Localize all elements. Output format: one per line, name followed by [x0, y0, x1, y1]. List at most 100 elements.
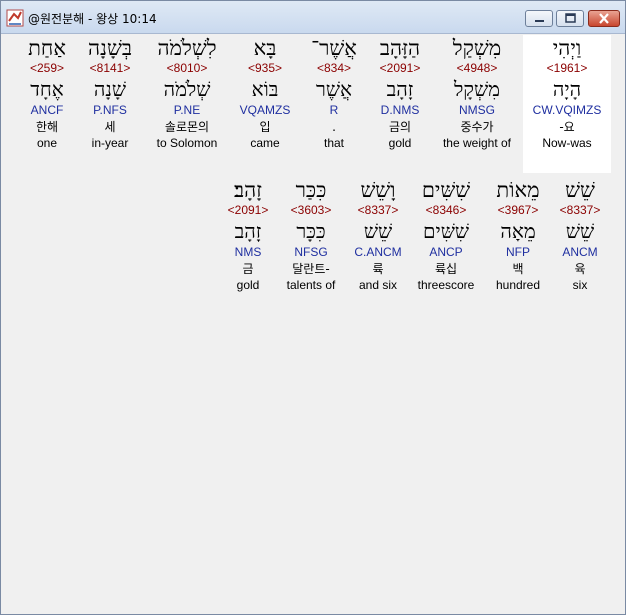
close-icon — [599, 13, 609, 24]
korean-gloss: . — [332, 120, 336, 134]
english-gloss: gold — [388, 136, 412, 150]
word-cell[interactable]: כִּכַּר <3603> כִּכָּר NFSG 달란트- talents… — [275, 177, 347, 292]
hebrew-word: וַיְהִי — [552, 36, 582, 60]
korean-gloss: 금 — [242, 262, 254, 276]
interlinear-content: אַחַת <259> אֶחָד ANCF 한해 one בְּשָׁנָה … — [9, 35, 617, 607]
lemma: שִׁשִּׁים — [422, 219, 470, 243]
word-cell[interactable]: שִׁשִּׁים <8346> שִׁשִּׁים ANCP 륙십 three… — [410, 177, 482, 292]
korean-gloss: 한해 — [35, 120, 59, 134]
lemma: הָיָה — [552, 77, 582, 101]
hebrew-word: שֵׁשׁ — [565, 178, 595, 202]
english-gloss: talents of — [286, 278, 336, 292]
english-gloss: one — [36, 136, 58, 150]
korean-gloss: 솔로몬의 — [164, 120, 210, 134]
word-cell[interactable]: זָהָב׃ <2091> זָהָב NMS 금 gold — [212, 177, 284, 292]
morphology-code: R — [329, 103, 339, 117]
hebrew-word: שִׁשִּׁים — [421, 178, 471, 202]
window-title: @원전분해 - 왕상 10:14 — [28, 12, 157, 26]
morphology-code: ANCM — [562, 245, 598, 259]
hebrew-word: אַחַת — [28, 36, 66, 60]
word-cell[interactable]: שֵׁשׁ <8337> שֵׁשׁ ANCM 육 six — [544, 177, 616, 292]
morphology-code: NMS — [234, 245, 262, 259]
strong-number[interactable]: <3603> — [275, 203, 347, 219]
morphology-code: P.NE — [173, 103, 201, 117]
lemma: שָׁנָה — [93, 77, 127, 101]
korean-gloss: 륙 — [372, 262, 384, 276]
korean-gloss: 중수가 — [460, 120, 494, 134]
word-cell-selected[interactable]: וַיְהִי <1961> הָיָה CW.VQIMZS -요 Now-wa… — [523, 35, 611, 173]
strong-number[interactable]: <259> — [11, 61, 83, 77]
strong-number[interactable]: <935> — [229, 61, 301, 77]
english-gloss: and six — [358, 278, 398, 292]
hebrew-word: אֲשֶׁר־ — [311, 36, 357, 60]
hebrew-word: לִשְׁלֹמֹה — [157, 36, 217, 60]
lemma: אֶחָד — [30, 77, 64, 101]
lemma: כִּכָּר — [296, 219, 326, 243]
hebrew-word: בְּשָׁנָה — [88, 36, 132, 60]
word-cell[interactable]: אַחַת <259> אֶחָד ANCF 한해 one — [11, 35, 83, 150]
word-cell[interactable]: הַזָּהָב <2091> זָהָב D.NMS 금의 gold — [364, 35, 436, 150]
app-window: @원전분해 - 왕상 10:14 אַחַת <259> אֶחָד ANCF … — [0, 0, 626, 615]
english-gloss: six — [572, 278, 588, 292]
korean-gloss: -요 — [559, 120, 575, 134]
korean-gloss: 달란트- — [292, 262, 330, 276]
word-cell[interactable]: מִשְׁקַל <4948> מִשְׁקָל NMSG 중수가 the we… — [435, 35, 519, 150]
hebrew-word: וָשֵׁשׁ — [360, 178, 396, 202]
lemma: שֵׁשׁ — [363, 219, 393, 243]
strong-number[interactable]: <4948> — [435, 61, 519, 77]
strong-number[interactable]: <8337> — [342, 203, 414, 219]
strong-number[interactable]: <834> — [298, 61, 370, 77]
strong-number[interactable]: <8010> — [144, 61, 230, 77]
word-cell[interactable]: בְּשָׁנָה <8141> שָׁנָה P.NFS 세 in-year — [74, 35, 146, 150]
morphology-code: ANCF — [30, 103, 64, 117]
word-cell[interactable]: לִשְׁלֹמֹה <8010> שְׁלֹמֹה P.NE 솔로몬의 to … — [144, 35, 230, 150]
word-cell[interactable]: אֲשֶׁר־ <834> אֲשֶׁר R . that — [298, 35, 370, 150]
hebrew-word: מִשְׁקַל — [452, 36, 502, 60]
strong-number[interactable]: <8337> — [544, 203, 616, 219]
english-gloss: threescore — [417, 278, 475, 292]
english-gloss: to Solomon — [156, 136, 218, 150]
english-gloss: gold — [236, 278, 260, 292]
strong-number[interactable]: <8346> — [410, 203, 482, 219]
strong-number[interactable]: <8141> — [74, 61, 146, 77]
strong-number[interactable]: <1961> — [523, 61, 611, 77]
korean-gloss: 금의 — [388, 120, 412, 134]
korean-gloss: 입 — [259, 120, 271, 134]
korean-gloss: 육 — [574, 262, 586, 276]
morphology-code: P.NFS — [93, 103, 127, 117]
hebrew-word: הַזָּהָב — [379, 36, 421, 60]
korean-gloss: 륙십 — [434, 262, 458, 276]
strong-number[interactable]: <2091> — [364, 61, 436, 77]
morphology-code: VQAMZS — [239, 103, 291, 117]
maximize-icon — [565, 13, 576, 23]
strong-number[interactable]: <2091> — [212, 203, 284, 219]
english-gloss: in-year — [91, 136, 129, 150]
hebrew-word: זָהָב׃ — [233, 178, 263, 202]
morphology-code: CW.VQIMZS — [532, 103, 602, 117]
korean-gloss: 세 — [104, 120, 116, 134]
english-gloss: came — [250, 136, 280, 150]
word-cell[interactable]: וָשֵׁשׁ <8337> שֵׁשׁ C.ANCM 륙 and six — [342, 177, 414, 292]
close-button[interactable] — [588, 10, 620, 27]
app-icon — [6, 9, 24, 27]
minimize-button[interactable] — [525, 10, 553, 27]
lemma: בּוֹא — [251, 77, 279, 101]
morphology-code: D.NMS — [380, 103, 420, 117]
hebrew-word: כִּכַּר — [295, 178, 327, 202]
title-bar[interactable]: @원전분해 - 왕상 10:14 — [1, 1, 625, 34]
english-gloss: the weight of — [442, 136, 512, 150]
lemma: שְׁלֹמֹה — [163, 77, 211, 101]
maximize-button[interactable] — [556, 10, 584, 27]
lemma: שֵׁשׁ — [565, 219, 595, 243]
english-gloss: that — [323, 136, 344, 150]
english-gloss: Now-was — [542, 136, 592, 150]
morphology-code: C.ANCM — [354, 245, 402, 259]
morphology-code: NMSG — [459, 103, 495, 117]
minimize-icon — [535, 20, 544, 22]
lemma: מִשְׁקָל — [453, 77, 501, 101]
lemma: זָהָב — [234, 219, 262, 243]
lemma: זָהָב — [386, 77, 414, 101]
lemma: אֲשֶׁר — [316, 77, 352, 101]
word-cell[interactable]: בָּא <935> בּוֹא VQAMZS 입 came — [229, 35, 301, 150]
morphology-code: ANCP — [429, 245, 463, 259]
